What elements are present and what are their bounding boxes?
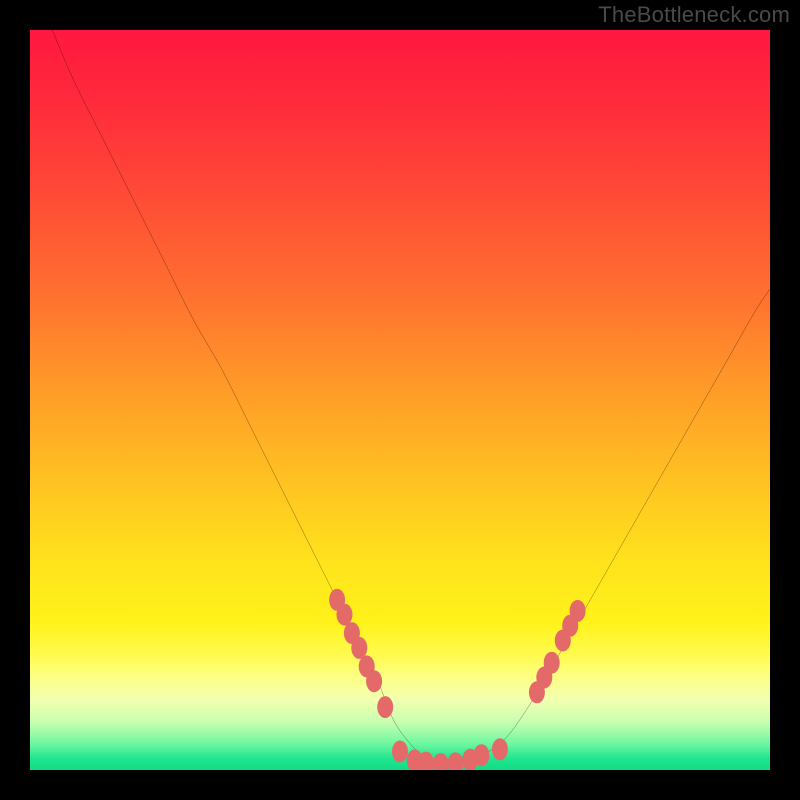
- highlight-marker: [448, 752, 464, 770]
- highlight-markers: [30, 30, 770, 770]
- highlight-marker: [544, 652, 560, 674]
- highlight-marker: [473, 744, 489, 766]
- plot-area: [30, 30, 770, 770]
- highlight-marker: [392, 741, 408, 763]
- watermark-label: TheBottleneck.com: [598, 2, 790, 28]
- highlight-marker: [492, 738, 508, 760]
- highlight-marker: [337, 604, 353, 626]
- highlight-marker: [433, 753, 449, 770]
- chart-stage: TheBottleneck.com: [0, 0, 800, 800]
- highlight-marker: [377, 696, 393, 718]
- highlight-marker: [351, 637, 367, 659]
- highlight-marker: [570, 600, 586, 622]
- highlight-marker: [366, 670, 382, 692]
